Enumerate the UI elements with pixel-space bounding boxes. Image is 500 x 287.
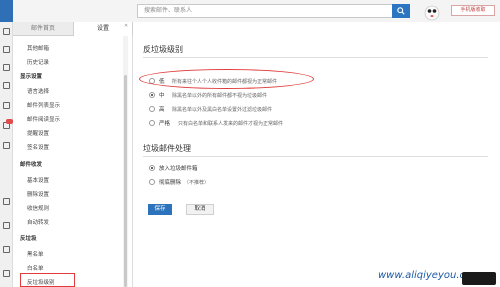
- section-divider: [143, 57, 488, 58]
- close-icon[interactable]: ✕: [124, 23, 128, 29]
- sidebar-item-history[interactable]: 历史记录: [27, 58, 49, 66]
- inbox-icon[interactable]: [3, 64, 10, 71]
- sidebar-item-rules[interactable]: 收信规则: [27, 204, 49, 212]
- watermark-logo-icon: [462, 272, 496, 285]
- app-icon[interactable]: [3, 198, 10, 205]
- delete-permanently-label: 彻底删除: [159, 180, 182, 186]
- search-icon: [397, 7, 405, 15]
- mail-icon[interactable]: [3, 28, 10, 35]
- settings-icon[interactable]: [3, 222, 10, 229]
- delete-note: （不推荐）: [184, 180, 210, 186]
- tab-bar: 邮件首页 设置 ✕: [13, 22, 133, 36]
- sidebar-section-send-receive: 邮件收发: [20, 162, 43, 168]
- folder-icon[interactable]: [3, 102, 10, 109]
- sidebar-item-forward[interactable]: 自动转发: [27, 218, 49, 226]
- search-placeholder: 搜索邮件、联系人: [144, 7, 193, 14]
- level-medium-desc: 除黑名单以外的所有邮件都不视为垃圾邮件: [172, 93, 268, 99]
- sidebar-item-whitelist[interactable]: 白名单: [27, 264, 44, 272]
- sidebar-item-other-mailbox[interactable]: 其他邮箱: [27, 44, 49, 52]
- mail-settings-screen: 搜索邮件、联系人 手机版收取 邮件首页 设置 ✕ 其他邮箱 历史记录 显示设置 …: [0, 0, 500, 287]
- annotation-oval: [139, 69, 314, 89]
- section-divider-2: [143, 156, 488, 157]
- sidebar-item-delete[interactable]: 删除设置: [27, 190, 49, 198]
- sidebar-item-signature[interactable]: 签名设置: [27, 143, 49, 151]
- level-strict-desc: 只有白名单和联系人发来的邮件才视为正常邮件: [178, 121, 284, 127]
- radio-level-high[interactable]: [149, 106, 155, 112]
- annotation-box: [20, 273, 75, 287]
- save-button[interactable]: 保存: [148, 204, 172, 215]
- level-strict-label: 严格: [159, 121, 171, 127]
- contacts-icon[interactable]: [3, 82, 10, 89]
- sidebar-scroll-thumb[interactable]: [124, 75, 127, 287]
- section-spam-handling-title: 垃圾邮件处理: [143, 144, 191, 153]
- user-icon[interactable]: [3, 270, 10, 277]
- tab-mail-home[interactable]: 邮件首页: [13, 22, 73, 36]
- radio-level-strict[interactable]: [149, 120, 155, 126]
- sidebar-section-antispam: 反垃圾: [20, 236, 37, 242]
- unread-badge-icon: [6, 119, 13, 124]
- app-corner: [0, 0, 13, 22]
- sidebar-item-read-display[interactable]: 邮件阅读显示: [27, 115, 60, 123]
- move-to-spam-label: 放入垃圾邮件箱: [159, 166, 198, 172]
- mobile-tag[interactable]: 手机版收取: [451, 5, 495, 16]
- radio-level-medium[interactable]: [149, 92, 155, 98]
- cancel-button[interactable]: 取消: [186, 204, 214, 215]
- level-high-desc: 除黑名单以外及黑白名单设置外过滤垃圾邮件: [172, 107, 273, 113]
- write-icon[interactable]: [3, 46, 10, 53]
- search-input[interactable]: 搜索邮件、联系人: [137, 4, 410, 18]
- level-medium-label: 中: [159, 93, 165, 99]
- mascot-icon[interactable]: [423, 2, 441, 21]
- sidebar-item-reminders[interactable]: 提醒设置: [27, 129, 49, 137]
- radio-delete-permanently[interactable]: [149, 179, 155, 185]
- help-icon[interactable]: [3, 246, 10, 253]
- search-button[interactable]: [392, 4, 410, 18]
- section-antispam-level-title: 反垃圾级别: [143, 45, 183, 54]
- document-icon[interactable]: [3, 142, 10, 149]
- settings-sidebar: 其他邮箱 历史记录 显示设置 语言选择 邮件列表显示 邮件阅读显示 提醒设置 签…: [13, 36, 133, 287]
- sidebar-item-list-display[interactable]: 邮件列表显示: [27, 101, 60, 109]
- icon-strip: [0, 22, 13, 287]
- radio-move-to-spam[interactable]: [149, 165, 155, 171]
- sidebar-item-language[interactable]: 语言选择: [27, 87, 49, 95]
- sidebar-item-blacklist[interactable]: 黑名单: [27, 250, 44, 258]
- sidebar-item-basic[interactable]: 基本设置: [27, 176, 49, 184]
- level-high-label: 高: [159, 107, 165, 113]
- sidebar-section-display: 显示设置: [20, 74, 43, 80]
